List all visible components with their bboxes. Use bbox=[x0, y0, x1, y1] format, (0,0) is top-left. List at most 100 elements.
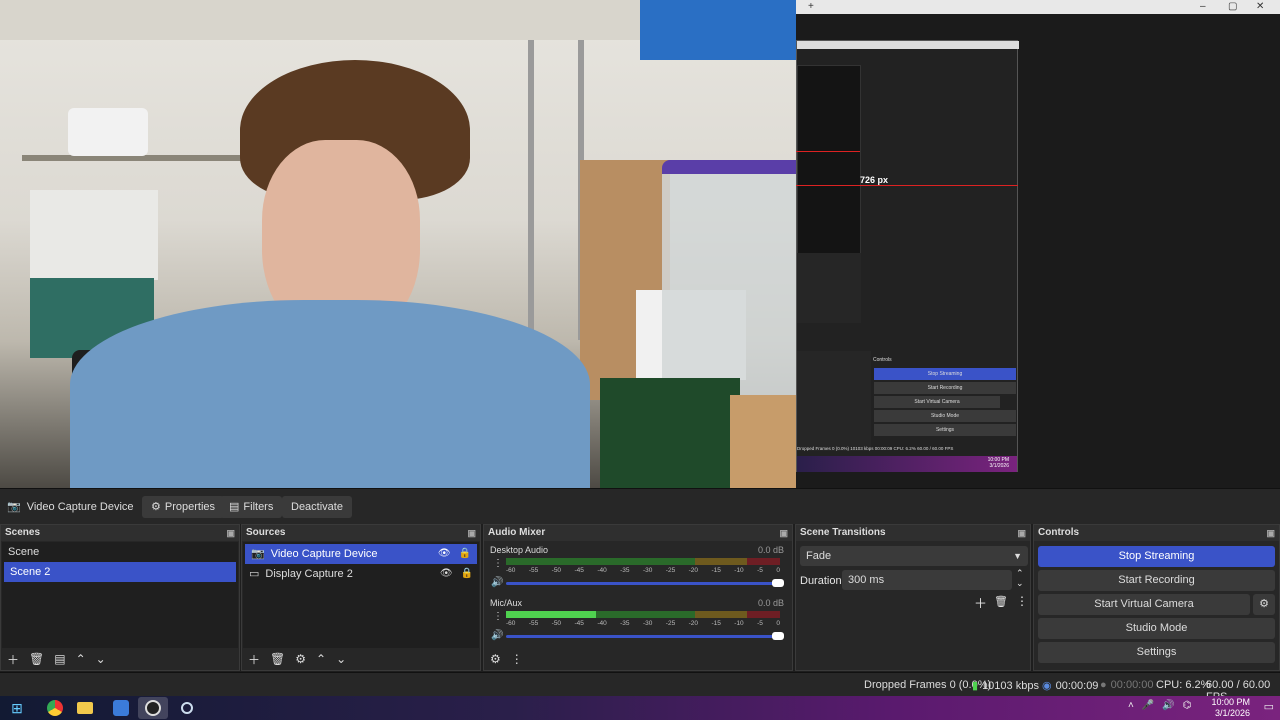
add-scene-icon[interactable]: ＋ bbox=[7, 651, 19, 668]
volume-slider[interactable] bbox=[506, 632, 784, 640]
system-tray: ˄ 🎤 🔊 ⌬ bbox=[1128, 700, 1191, 711]
volume-knob[interactable] bbox=[772, 632, 784, 640]
controls-title: Controls ▣ bbox=[1034, 525, 1279, 541]
undock-icon[interactable]: ▣ bbox=[467, 525, 476, 541]
transition-select[interactable]: Fade ▼ bbox=[800, 546, 1028, 566]
deactivate-button[interactable]: Deactivate bbox=[282, 496, 352, 518]
lock-icon[interactable]: 🔒 bbox=[459, 544, 471, 564]
move-down-icon[interactable]: ⌄ bbox=[336, 652, 346, 666]
start-virtual-camera-button[interactable]: Start Virtual Camera bbox=[1038, 594, 1250, 615]
speaker-icon[interactable]: 🔊 bbox=[491, 577, 503, 588]
source-properties-icon[interactable]: ⚙ bbox=[295, 652, 306, 666]
measure-line-top bbox=[796, 151, 860, 152]
inner-start-virtual-camera: Start Virtual Camera bbox=[874, 396, 1000, 408]
sources-list: 📷 Video Capture Device 👁 🔒 ▭ Display Cap… bbox=[243, 542, 479, 648]
meter-tick-label: -10 bbox=[734, 567, 744, 574]
taskbar-app-circle[interactable] bbox=[172, 697, 202, 719]
meter-tick-label: -55 bbox=[528, 567, 539, 574]
purple-lid-bin bbox=[662, 160, 796, 400]
meter-tick-label: -45 bbox=[574, 567, 584, 574]
undock-icon[interactable]: ▣ bbox=[1266, 525, 1275, 541]
obs-window: + – ▢ ✕ Controls Stop Streaming Start Re… bbox=[0, 0, 1280, 720]
blue-box bbox=[640, 0, 796, 60]
visibility-eye-icon[interactable]: 👁 bbox=[438, 544, 451, 564]
volume-knob[interactable] bbox=[772, 579, 784, 587]
start-button[interactable]: ⊞ bbox=[2, 697, 32, 719]
sources-dock: Sources ▣ 📷 Video Capture Device 👁 🔒 ▭ D… bbox=[241, 524, 481, 671]
undock-icon[interactable]: ▣ bbox=[226, 525, 235, 541]
properties-button[interactable]: ⚙ Properties bbox=[142, 496, 225, 518]
measure-line-bottom bbox=[796, 185, 1018, 186]
taskbar-clock[interactable]: 10:00 PM 3/1/2026 bbox=[1211, 697, 1250, 719]
meter-tick-label: 0 bbox=[776, 567, 780, 574]
remove-transition-icon[interactable]: 🗑 bbox=[994, 595, 1008, 608]
stop-streaming-button[interactable]: Stop Streaming bbox=[1038, 546, 1275, 567]
scene-filters-icon[interactable]: ▤ bbox=[54, 652, 65, 666]
maximize-icon: ▢ bbox=[1228, 1, 1238, 12]
chevron-up-icon[interactable]: ˄ bbox=[1128, 700, 1134, 711]
kebab-menu-icon[interactable]: ⋮ bbox=[493, 558, 503, 569]
preview-canvas[interactable]: + – ▢ ✕ Controls Stop Streaming Start Re… bbox=[0, 0, 1280, 488]
source-item[interactable]: ▭ Display Capture 2 👁 🔒 bbox=[243, 564, 479, 584]
status-bar: Dropped Frames 0 (0.0%) ▮ 10103 kbps ◉ 0… bbox=[0, 672, 1280, 703]
start-recording-button[interactable]: Start Recording bbox=[1038, 570, 1275, 591]
sources-title: Sources ▣ bbox=[242, 525, 480, 541]
gear-icon: ⚙ bbox=[1259, 598, 1269, 610]
advanced-audio-icon[interactable]: ⚙ bbox=[490, 652, 501, 666]
taskbar-file-explorer[interactable] bbox=[70, 697, 100, 719]
inner-controls-title: Controls bbox=[873, 357, 892, 363]
audio-mixer-dock: Audio Mixer ▣ Desktop Audio 0.0 dB ⋮ -60… bbox=[483, 524, 793, 671]
speaker-icon[interactable]: 🔊 bbox=[491, 630, 503, 641]
move-up-icon[interactable]: ⌃ bbox=[76, 652, 86, 666]
scene-item[interactable]: Scene bbox=[2, 542, 238, 562]
source-item-selected[interactable]: 📷 Video Capture Device 👁 🔒 bbox=[245, 544, 477, 564]
channel-db: 0.0 dB bbox=[757, 598, 784, 608]
volume-slider[interactable] bbox=[506, 579, 784, 587]
meter-tick-label: -50 bbox=[551, 567, 562, 574]
kebab-menu-icon[interactable]: ⋮ bbox=[493, 611, 503, 622]
windows-taskbar: ⊞ ˄ 🎤 🔊 ⌬ 10:00 PM 3/1/2026 ▭ bbox=[0, 696, 1280, 720]
add-source-icon[interactable]: ＋ bbox=[248, 651, 260, 668]
network-icon[interactable]: ⌬ bbox=[1183, 700, 1192, 711]
taskbar-chrome[interactable] bbox=[40, 697, 70, 719]
scene-item-selected[interactable]: Scene 2 bbox=[4, 562, 236, 582]
controls-dock: Controls ▣ Stop Streaming Start Recordin… bbox=[1033, 524, 1280, 671]
scene-transitions-dock: Scene Transitions ▣ Fade ▼ Duration 300 … bbox=[795, 524, 1031, 671]
scene-item-label: Scene bbox=[8, 546, 40, 558]
inner-clock-date: 3/1/2026 bbox=[989, 463, 1009, 469]
add-transition-icon[interactable]: ＋ bbox=[974, 593, 987, 612]
lock-icon[interactable]: 🔒 bbox=[461, 564, 473, 584]
taskbar-obs[interactable] bbox=[138, 697, 168, 719]
meter-tick-label: -30 bbox=[642, 567, 653, 574]
record-time: ● 00:00:00 bbox=[1100, 679, 1153, 691]
meter-tick-label: -50 bbox=[551, 620, 562, 627]
virtual-camera-settings-button[interactable]: ⚙ bbox=[1253, 594, 1275, 615]
windows-logo-icon: ⊞ bbox=[11, 699, 23, 716]
move-up-icon[interactable]: ⌃ bbox=[316, 652, 326, 666]
meter-tick-label: -35 bbox=[620, 567, 630, 574]
person-shirt bbox=[70, 300, 590, 488]
kebab-menu-icon[interactable]: ⋮ bbox=[511, 652, 523, 666]
app-icon bbox=[113, 700, 129, 716]
undock-icon[interactable]: ▣ bbox=[779, 525, 788, 541]
meter-tick-label: -40 bbox=[597, 567, 607, 574]
microphone-icon[interactable]: 🎤 bbox=[1142, 700, 1154, 711]
notifications-icon[interactable]: ▭ bbox=[1264, 700, 1274, 713]
visibility-eye-icon[interactable]: 👁 bbox=[440, 564, 453, 584]
studio-mode-button[interactable]: Studio Mode bbox=[1038, 618, 1275, 639]
move-down-icon[interactable]: ⌄ bbox=[96, 652, 106, 666]
settings-button[interactable]: Settings bbox=[1038, 642, 1275, 663]
taskbar-app-blue[interactable] bbox=[106, 697, 136, 719]
remove-source-icon[interactable]: 🗑 bbox=[270, 652, 285, 666]
remove-scene-icon[interactable]: 🗑 bbox=[29, 652, 44, 666]
scene-item-label: Scene 2 bbox=[10, 566, 51, 578]
meter-ticks: -60 -55 -50 -45 -40 -35 -30 -25 -20 -15 -10 -5 0 bbox=[506, 620, 780, 627]
filters-button[interactable]: ▤ Filters bbox=[220, 496, 283, 518]
meter-tick-label: -15 bbox=[711, 567, 721, 574]
kebab-menu-icon[interactable]: ⋮ bbox=[1016, 594, 1028, 608]
speaker-icon[interactable]: 🔊 bbox=[1162, 700, 1174, 711]
duration-stepper[interactable]: ⌃ ⌄ bbox=[1016, 568, 1024, 588]
pixel-measurement-label: 726 px bbox=[860, 175, 889, 185]
duration-input[interactable]: 300 ms bbox=[842, 570, 1012, 590]
undock-icon[interactable]: ▣ bbox=[1017, 525, 1026, 541]
